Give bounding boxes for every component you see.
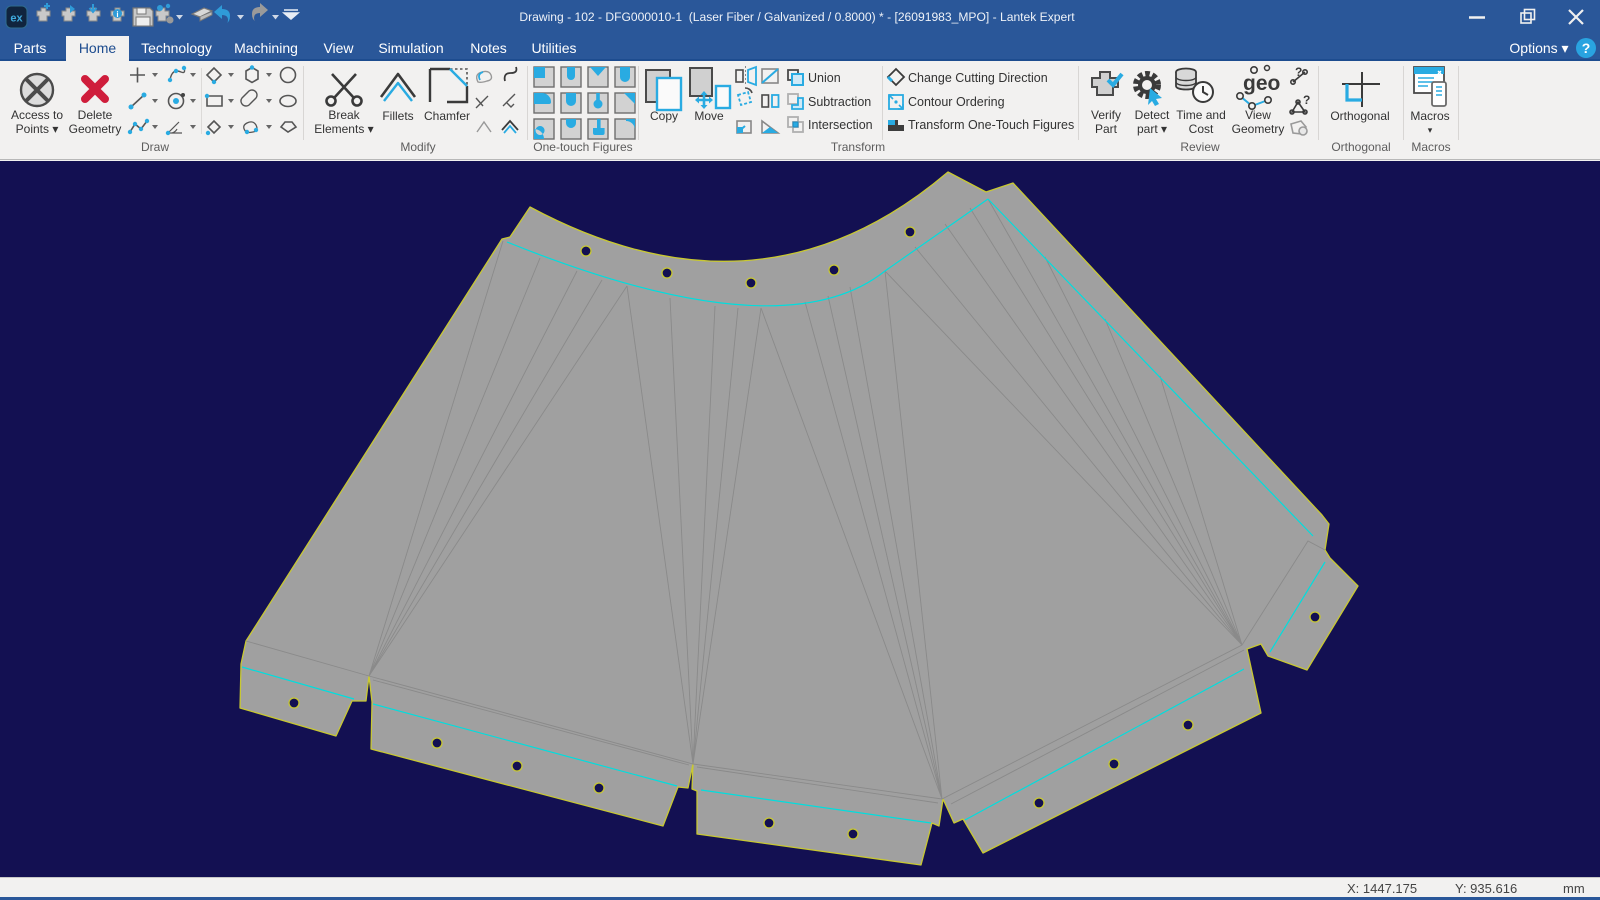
svg-text:i: i (116, 10, 118, 19)
svg-text:?: ? (1295, 65, 1302, 79)
svg-text:?: ? (1582, 40, 1591, 56)
svg-text:geo: geo (1243, 72, 1280, 95)
svg-text:?: ? (1303, 93, 1310, 107)
svg-text:ex: ex (10, 13, 23, 25)
